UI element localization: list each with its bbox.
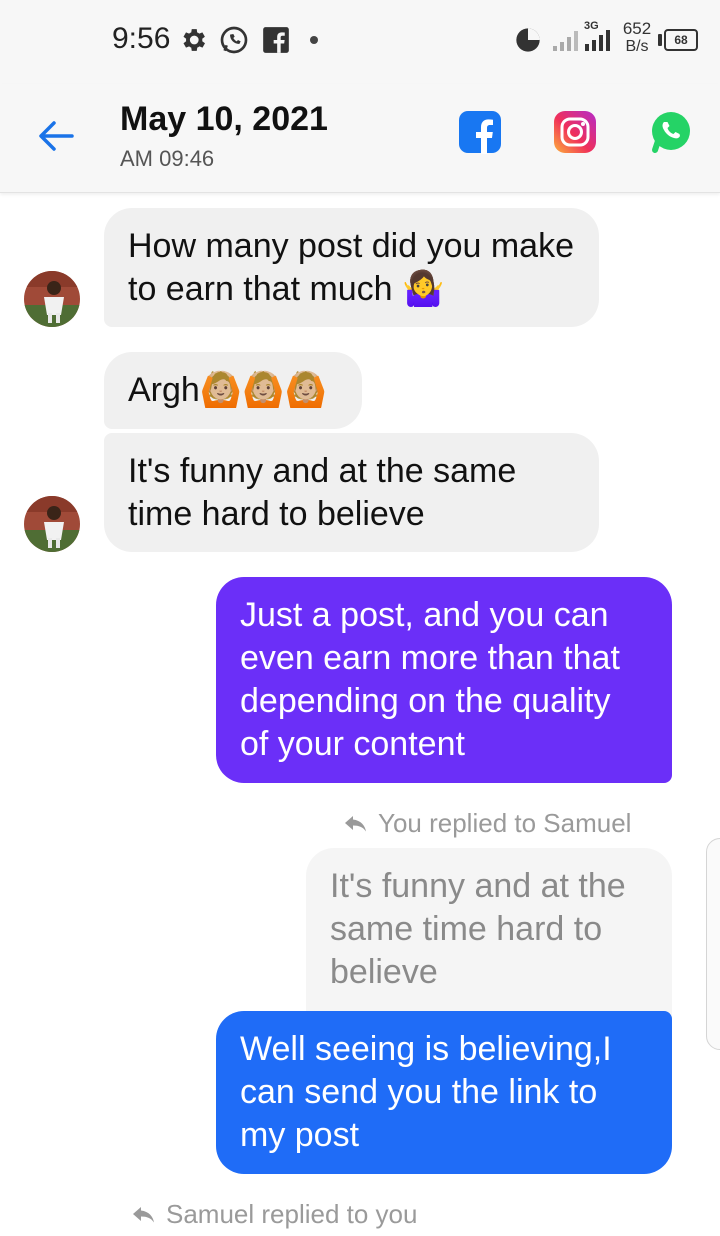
- instagram-icon[interactable]: [553, 110, 597, 154]
- status-bar: 9:56 3G 652 B/s 68: [0, 0, 720, 84]
- battery-icon: 68: [658, 24, 698, 56]
- reply-indicator: Samuel replied to you: [132, 1199, 417, 1230]
- data-saver-icon: [514, 24, 542, 56]
- avatar-samuel[interactable]: [24, 496, 80, 552]
- facebook-icon[interactable]: [458, 110, 502, 154]
- signal-sim2-icon: 3G: [584, 20, 614, 56]
- settings-gear-icon: [178, 24, 208, 56]
- status-time: 9:56: [112, 22, 171, 55]
- reply-arrow-icon: [345, 815, 366, 831]
- chat-header: May 10, 2021 AM 09:46: [0, 84, 720, 193]
- message-incoming[interactable]: It's funny and at the same time hard to …: [104, 433, 599, 552]
- message-incoming[interactable]: How many post did you make to earn that …: [104, 208, 599, 327]
- quoted-message[interactable]: It's funny and at the same time hard to …: [306, 848, 672, 1028]
- reply-indicator: You replied to Samuel: [344, 808, 631, 839]
- reply-arrow-icon: [133, 1206, 154, 1222]
- avatar-samuel[interactable]: [24, 271, 80, 327]
- network-speed: 652 B/s: [622, 19, 652, 56]
- more-notifications-dot-icon: [308, 24, 320, 56]
- edge-panel-handle[interactable]: [706, 838, 720, 1050]
- whatsapp-icon[interactable]: [649, 110, 693, 154]
- conversation-date: May 10, 2021: [120, 100, 328, 138]
- whatsapp-notification-icon: [218, 24, 250, 56]
- signal-sim1-icon: [552, 24, 580, 56]
- conversation-time: AM 09:46: [120, 146, 215, 171]
- message-incoming[interactable]: Argh🙆🏼🙆🏼🙆🏼: [104, 352, 362, 429]
- reply-indicator-label: Samuel replied to you: [166, 1199, 418, 1229]
- back-arrow-icon[interactable]: [32, 112, 80, 160]
- message-outgoing[interactable]: Well seeing is believing,I can send you …: [216, 1011, 672, 1174]
- message-outgoing[interactable]: Just a post, and you can even earn more …: [216, 577, 672, 783]
- facebook-notification-icon: [262, 24, 290, 56]
- reply-indicator-label: You replied to Samuel: [378, 808, 632, 838]
